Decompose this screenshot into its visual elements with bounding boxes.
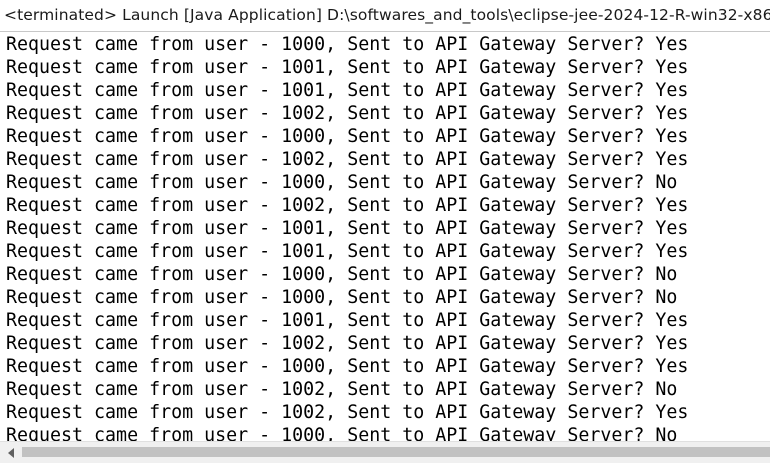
console-line: Request came from user - 1001, Sent to A…: [6, 57, 689, 78]
console-line: Request came from user - 1000, Sent to A…: [6, 126, 689, 147]
console-title: <terminated> Launch [Java Application] D…: [4, 6, 770, 24]
console-line: Request came from user - 1000, Sent to A…: [6, 287, 678, 308]
console-view: <terminated> Launch [Java Application] D…: [0, 0, 770, 463]
scrollbar-track[interactable]: [22, 442, 770, 463]
console-line: Request came from user - 1000, Sent to A…: [6, 34, 689, 55]
console-line: Request came from user - 1000, Sent to A…: [6, 264, 678, 285]
console-output[interactable]: Request came from user - 1000, Sent to A…: [0, 33, 770, 441]
console-line: Request came from user - 1002, Sent to A…: [6, 402, 689, 423]
console-line: Request came from user - 1002, Sent to A…: [6, 379, 678, 400]
chevron-left-icon: [8, 447, 14, 458]
console-line: Request came from user - 1001, Sent to A…: [6, 241, 689, 262]
console-line: Request came from user - 1001, Sent to A…: [6, 80, 689, 101]
console-line: Request came from user - 1000, Sent to A…: [6, 172, 678, 193]
scroll-left-button[interactable]: [0, 442, 22, 463]
scrollbar-thumb[interactable]: [22, 447, 770, 457]
console-line: Request came from user - 1002, Sent to A…: [6, 333, 689, 354]
console-line: Request came from user - 1001, Sent to A…: [6, 218, 689, 239]
console-line: Request came from user - 1001, Sent to A…: [6, 310, 689, 331]
console-line: Request came from user - 1002, Sent to A…: [6, 103, 689, 124]
console-line: Request came from user - 1000, Sent to A…: [6, 425, 678, 441]
console-header: <terminated> Launch [Java Application] D…: [0, 0, 770, 32]
horizontal-scrollbar[interactable]: [0, 441, 770, 463]
console-line: Request came from user - 1002, Sent to A…: [6, 195, 689, 216]
console-line: Request came from user - 1000, Sent to A…: [6, 356, 689, 377]
console-line: Request came from user - 1002, Sent to A…: [6, 149, 689, 170]
